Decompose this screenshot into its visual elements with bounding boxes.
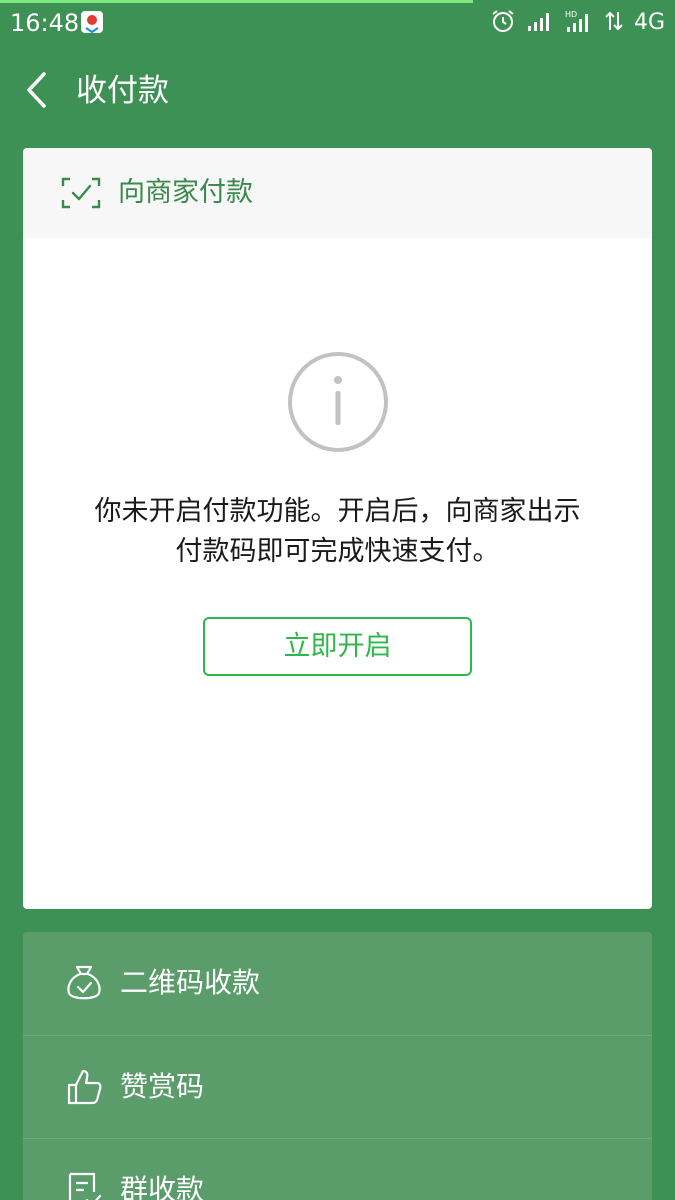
hd-signal-icon: HD — [564, 9, 594, 37]
data-transfer-icon — [604, 10, 624, 36]
app-header: 收付款 — [0, 46, 675, 136]
page-title: 收付款 — [76, 73, 169, 109]
network-type: 4G — [633, 10, 665, 35]
menu-item-qr-receive[interactable]: 二维码收款 — [23, 932, 652, 1035]
card-title: 向商家付款 — [118, 177, 253, 208]
status-bar: 16:48 HD 4G — [0, 0, 675, 46]
menu-item-group-receive[interactable]: 群收款 — [23, 1138, 652, 1200]
scan-check-icon — [61, 177, 101, 209]
info-circle-icon — [286, 350, 390, 454]
receive-menu: 二维码收款 赞赏码 群收款 — [23, 932, 652, 1200]
group-receipt-icon — [65, 1170, 103, 1200]
enable-payment-button[interactable]: 立即开启 — [203, 617, 472, 676]
card-header[interactable]: 向商家付款 — [23, 148, 652, 238]
status-time: 16:48 — [10, 9, 80, 37]
menu-item-appreciation-code[interactable]: 赞赏码 — [23, 1035, 652, 1138]
status-indicators: HD 4G — [490, 8, 665, 38]
notice-line-2: 付款码即可完成快速支付。 — [175, 536, 500, 567]
menu-item-label: 赞赏码 — [120, 1070, 205, 1103]
notice-line-1: 你未开启付款功能。开启后，向商家出示 — [94, 496, 581, 527]
svg-text:HD: HD — [565, 10, 577, 19]
app-notification-icon — [81, 11, 103, 34]
menu-item-label: 群收款 — [120, 1173, 205, 1200]
menu-item-label: 二维码收款 — [120, 966, 261, 999]
alarm-icon — [490, 8, 516, 38]
signal-icon — [526, 10, 554, 36]
loading-progress-bar — [0, 0, 473, 3]
chevron-left-icon — [27, 72, 46, 108]
notice-text: 你未开启付款功能。开启后，向商家出示 付款码即可完成快速支付。 — [43, 492, 632, 572]
thumbs-up-icon — [65, 1067, 103, 1107]
back-button[interactable] — [18, 68, 58, 112]
money-bag-icon — [65, 963, 103, 1003]
pay-merchant-card: 向商家付款 你未开启付款功能。开启后，向商家出示 付款码即可完成快速支付。 立即… — [23, 148, 652, 909]
